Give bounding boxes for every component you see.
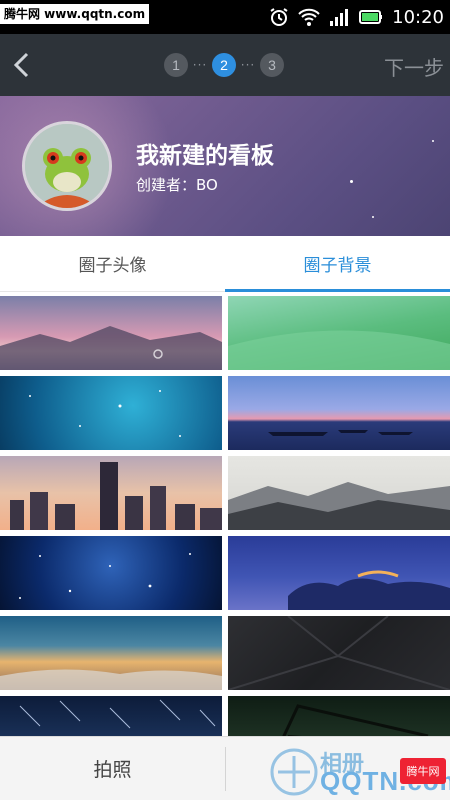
chevron-left-icon: [13, 52, 29, 78]
wifi-icon: [298, 8, 320, 26]
background-thumbnail[interactable]: [0, 296, 222, 370]
star-decoration: [350, 180, 353, 183]
starry-blue-thumbnail-icon: [29, 390, 181, 437]
bottom-divider: [225, 747, 226, 791]
board-title: 我新建的看板: [136, 143, 274, 169]
misty-mountains-thumbnail-icon: [228, 482, 450, 530]
step-2: 2: [212, 53, 236, 77]
background-thumbnail[interactable]: [0, 696, 222, 736]
sunset-clouds-thumbnail-icon: [0, 669, 222, 690]
dark-geometric-thumbnail-icon: [228, 616, 450, 690]
star-decoration: [432, 140, 434, 142]
background-thumbnail[interactable]: [0, 376, 222, 450]
status-time: 10:20: [392, 6, 444, 28]
next-step-button[interactable]: 下一步: [384, 52, 444, 81]
status-icons: 10:20: [268, 6, 444, 28]
background-thumbnail[interactable]: [0, 536, 222, 610]
avatar[interactable]: [22, 121, 112, 211]
background-grid: [0, 296, 450, 736]
green-wave-thumbnail-icon: [228, 330, 450, 370]
meteor-shower-thumbnail-icon: [19, 699, 216, 729]
star-decoration: [372, 216, 374, 218]
mountain-lake-thumbnail-icon: [0, 326, 222, 370]
clouds-dusk-thumbnail-icon: [288, 570, 450, 610]
battery-icon: [359, 10, 383, 24]
board-creator: 创建者：BO: [136, 176, 218, 194]
city-skyline-thumbnail-icon: [10, 462, 222, 530]
signal-icon: [330, 9, 349, 26]
galaxy-thumbnail-icon: [19, 553, 191, 599]
background-thumbnail[interactable]: [228, 616, 450, 690]
watermark-badge: 腾牛网: [400, 758, 446, 784]
step-indicator: 1 ··· 2 ··· 3: [164, 53, 284, 77]
background-thumbnail[interactable]: [228, 536, 450, 610]
step-dots: ···: [192, 58, 208, 72]
bridge-silhouette-thumbnail-icon: [282, 704, 429, 736]
tab-bar: 圈子头像 圈子背景: [0, 236, 450, 292]
status-bar: 腾牛网 www.qqtn.com 10:20: [0, 0, 450, 34]
step-3: 3: [260, 53, 284, 77]
alarm-icon: [270, 8, 288, 26]
step-1: 1: [164, 53, 188, 77]
step-dots: ···: [240, 58, 256, 72]
background-thumbnail[interactable]: [228, 376, 450, 450]
frog-avatar-icon: [25, 124, 109, 208]
back-button[interactable]: [4, 47, 40, 83]
tab-circle-avatar[interactable]: 圈子头像: [0, 236, 225, 291]
background-thumbnail[interactable]: [0, 616, 222, 690]
board-header[interactable]: 我新建的看板 创建者：BO: [0, 96, 450, 236]
watermark-top: 腾牛网 www.qqtn.com: [0, 4, 150, 24]
background-thumbnail[interactable]: [228, 696, 450, 736]
nav-bar: 1 ··· 2 ··· 3 下一步: [0, 34, 450, 96]
tab-circle-background[interactable]: 圈子背景: [225, 236, 450, 292]
background-thumbnail[interactable]: [228, 296, 450, 370]
boats-sea-thumbnail-icon: [268, 430, 413, 436]
background-thumbnail[interactable]: [228, 456, 450, 530]
take-photo-button[interactable]: 拍照: [0, 737, 225, 800]
background-thumbnail[interactable]: [0, 456, 222, 530]
